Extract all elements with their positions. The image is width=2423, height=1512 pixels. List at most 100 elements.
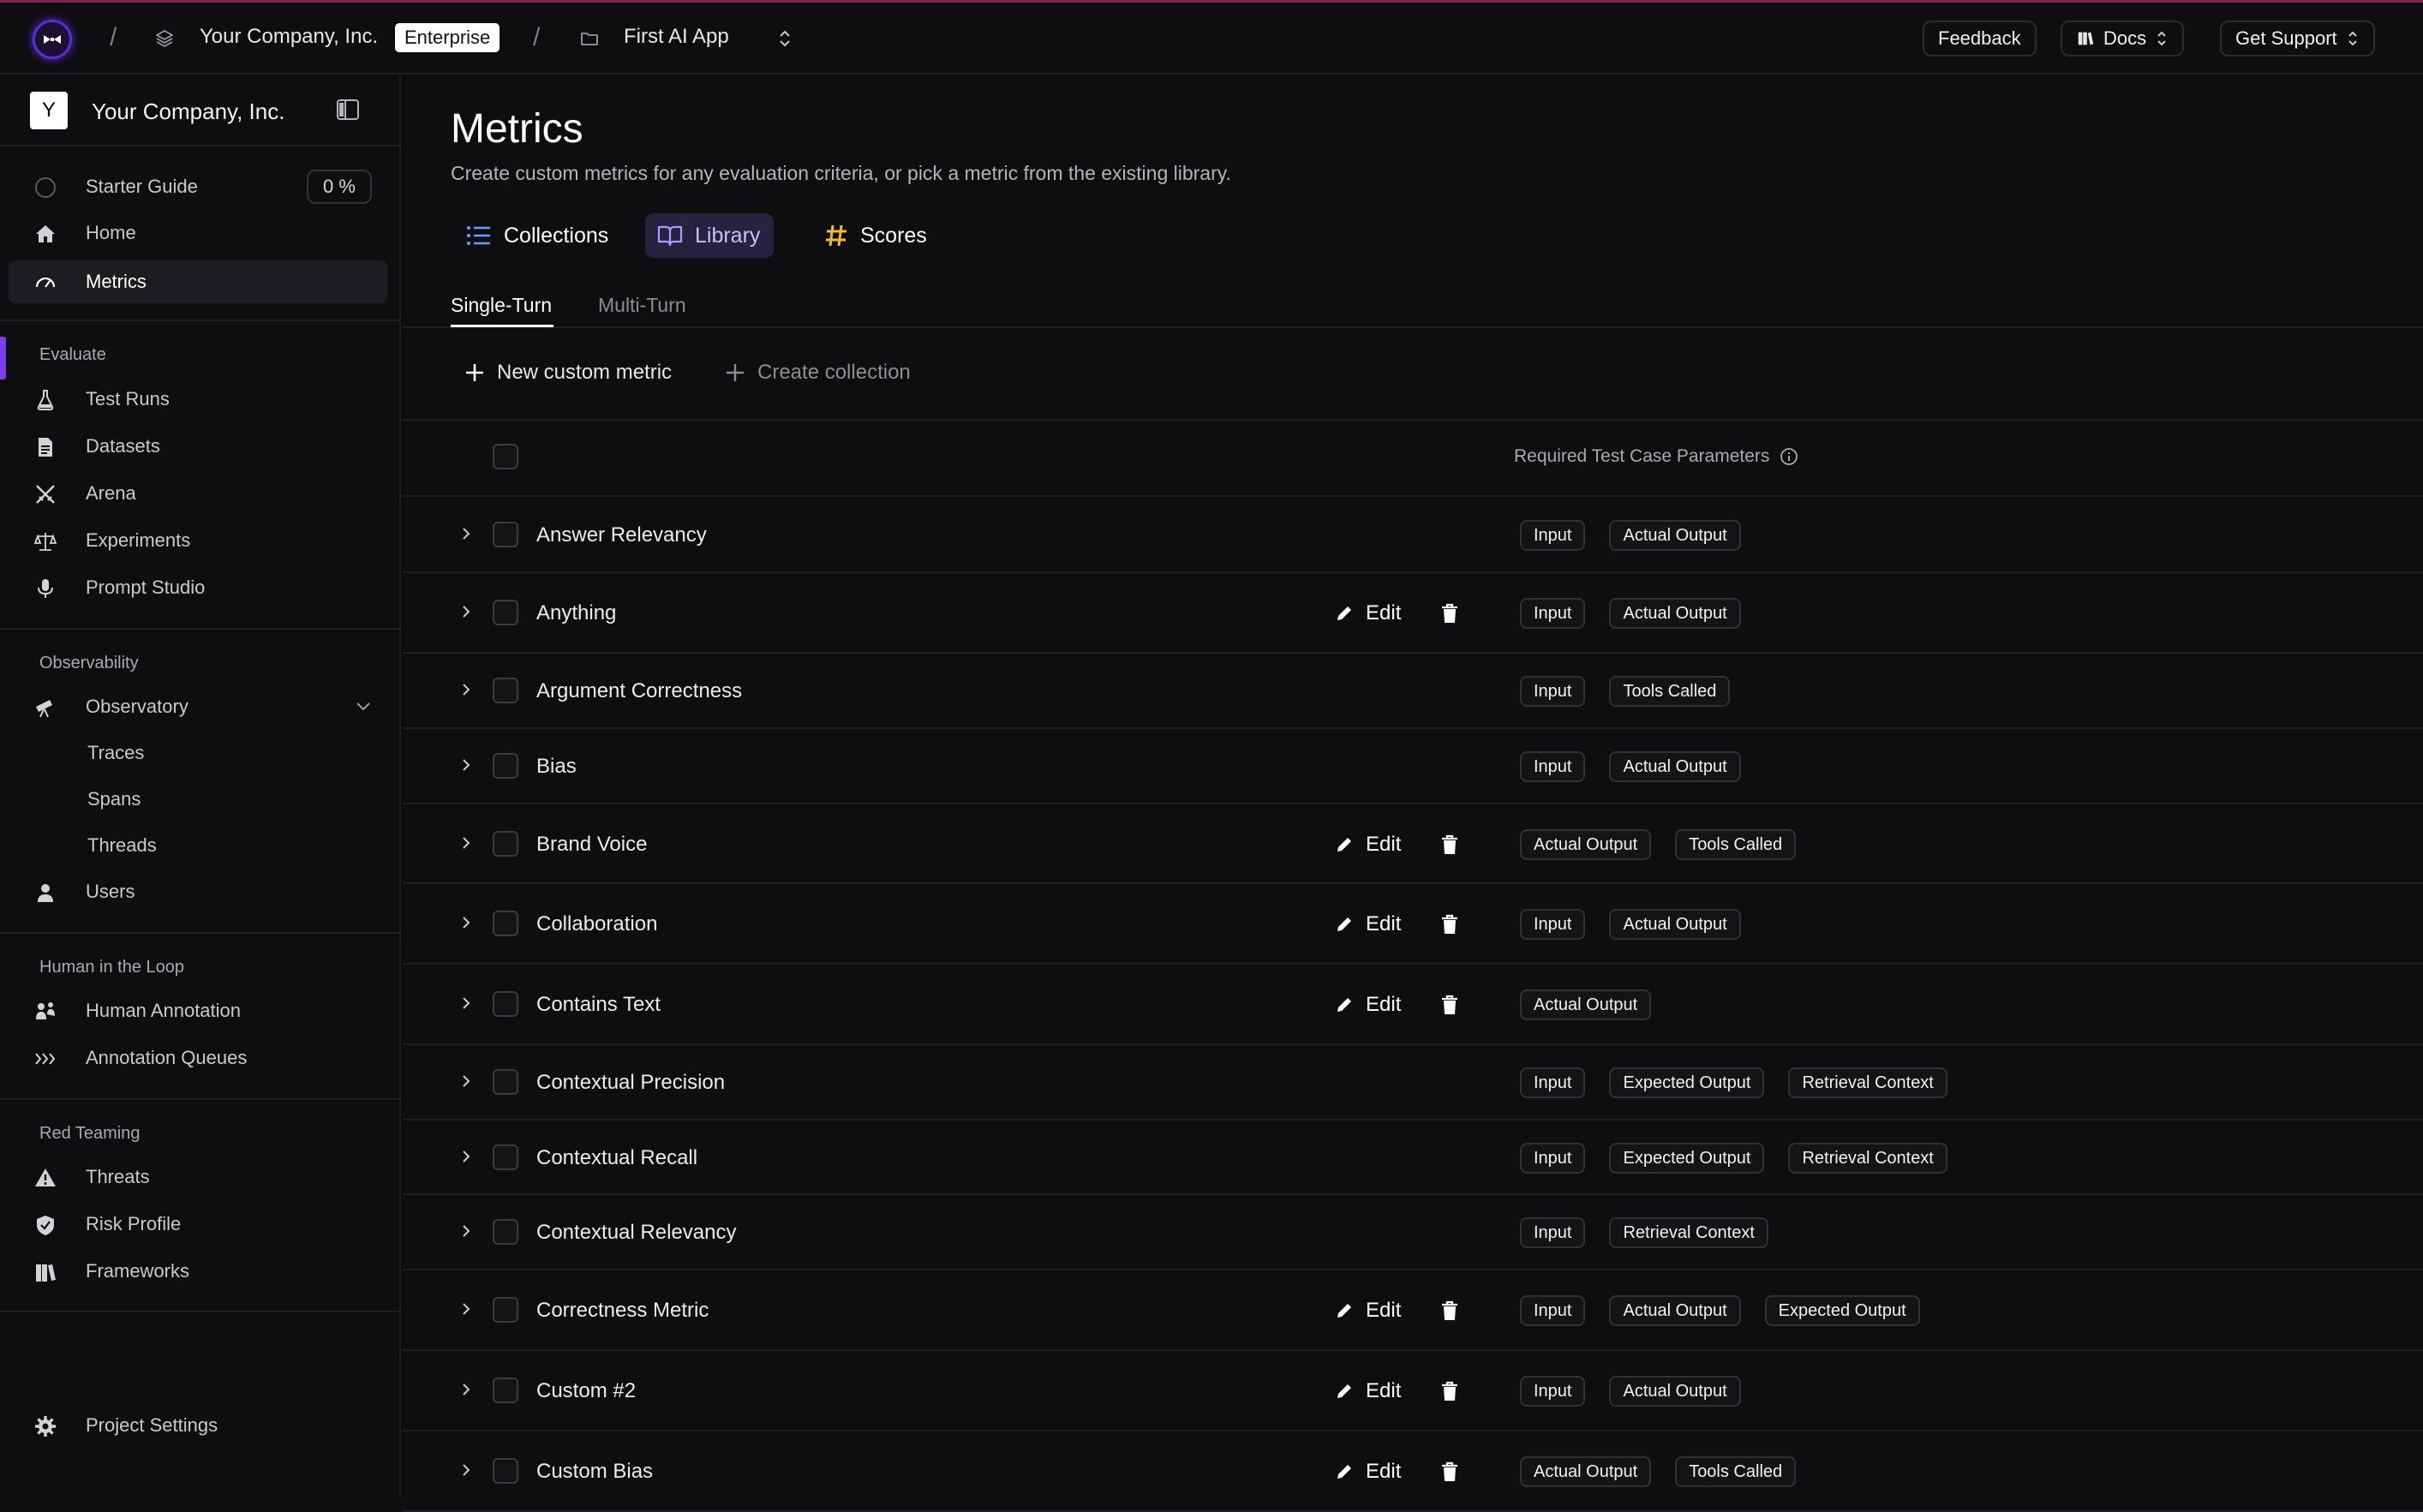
create-collection-button[interactable]: Create collection — [725, 361, 911, 385]
segment-library[interactable]: Library — [645, 213, 775, 258]
row-checkbox[interactable] — [493, 1297, 518, 1323]
row-checkbox[interactable] — [493, 991, 518, 1017]
trash-icon[interactable] — [1440, 995, 1459, 1015]
trash-icon[interactable] — [1440, 1381, 1459, 1401]
tab-multi-turn[interactable]: Multi-Turn — [598, 294, 686, 317]
chevron-right-icon[interactable] — [459, 1224, 473, 1238]
table-row[interactable]: Contextual Recall Input Expected Output Ret… — [403, 1121, 2423, 1195]
sidebar-item-human-annotation[interactable]: Human Annotation — [0, 989, 401, 1032]
segment-label: Collections — [504, 223, 609, 248]
docs-button[interactable]: Docs — [2061, 21, 2185, 57]
edit-button[interactable]: Edit — [1335, 601, 1401, 625]
select-all-checkbox[interactable] — [493, 444, 518, 469]
row-checkbox[interactable] — [493, 1069, 518, 1095]
metric-name: Correctness Metric — [536, 1299, 709, 1322]
table-row[interactable]: Custom #2 Edit Input Actual Output — [403, 1351, 2423, 1431]
row-checkbox[interactable] — [493, 1144, 518, 1170]
table-row[interactable]: Anything Edit Input Actual Output — [403, 573, 2423, 654]
edit-label: Edit — [1366, 1299, 1402, 1322]
info-icon[interactable] — [1780, 447, 1798, 466]
chevron-right-icon[interactable] — [459, 1150, 473, 1163]
sidebar-item-experiments[interactable]: Experiments — [0, 519, 401, 562]
sidebar-item-threats[interactable]: Threats — [0, 1156, 401, 1198]
row-checkbox[interactable] — [493, 1378, 518, 1403]
edit-button[interactable]: Edit — [1335, 1299, 1401, 1323]
new-custom-metric-button[interactable]: New custom metric — [464, 361, 672, 385]
sidebar-item-observatory[interactable]: Observatory — [0, 685, 401, 728]
sidebar-item-frameworks[interactable]: Frameworks — [0, 1250, 401, 1293]
sidebar-item-project-settings[interactable]: Project Settings — [0, 1404, 401, 1447]
trash-icon[interactable] — [1440, 1300, 1459, 1321]
chevron-right-icon[interactable] — [459, 527, 473, 541]
sidebar-toggle-icon[interactable] — [336, 99, 360, 121]
edit-button[interactable]: Edit — [1335, 993, 1401, 1017]
edit-button[interactable]: Edit — [1335, 833, 1401, 857]
create-collection-label: Create collection — [757, 361, 911, 384]
org-name[interactable]: Your Company, Inc. — [200, 25, 378, 49]
table-row[interactable]: Brand Voice Edit Actual Output Tools Called — [403, 804, 2423, 884]
table-row[interactable]: Contextual Relevancy Input Retrieval Conte… — [403, 1195, 2423, 1270]
table-row[interactable]: Correctness Metric Edit Input Actual Output… — [403, 1270, 2423, 1351]
sidebar-item-threads[interactable]: Threads — [0, 824, 401, 867]
table-row[interactable]: Answer Relevancy Input Actual Output — [403, 498, 2423, 573]
plan-badge: Enterprise — [395, 23, 500, 52]
trash-icon[interactable] — [1440, 834, 1459, 855]
row-checkbox[interactable] — [493, 753, 518, 779]
row-checkbox[interactable] — [493, 831, 518, 857]
workspace-name[interactable]: Your Company, Inc. — [92, 99, 284, 125]
table-row[interactable]: Contextual Precision Input Expected Output… — [403, 1045, 2423, 1121]
sidebar-item-prompt-studio[interactable]: Prompt Studio — [0, 566, 401, 609]
trash-icon[interactable] — [1440, 1461, 1459, 1482]
tab-single-turn[interactable]: Single-Turn — [451, 294, 552, 317]
chevron-right-icon[interactable] — [459, 1383, 473, 1396]
feedback-button[interactable]: Feedback — [1923, 21, 2037, 57]
telescope-icon — [36, 700, 52, 718]
row-checkbox[interactable] — [493, 911, 518, 936]
row-checkbox[interactable] — [493, 1219, 518, 1245]
chevron-right-icon[interactable] — [459, 916, 473, 929]
segment-collections[interactable]: Collections — [454, 213, 622, 258]
column-header-params: Required Test Case Parameters — [1514, 446, 1798, 467]
param-chip: Input — [1520, 751, 1586, 782]
segment-scores[interactable]: Scores — [812, 213, 941, 258]
chevron-right-icon[interactable] — [459, 683, 473, 696]
sidebar-item-arena[interactable]: Arena — [0, 472, 401, 515]
chevron-right-icon[interactable] — [459, 1463, 473, 1477]
row-checkbox[interactable] — [493, 522, 518, 547]
row-checkbox[interactable] — [493, 600, 518, 625]
sidebar-item-annotation-queues[interactable]: Annotation Queues — [0, 1037, 401, 1079]
chevron-right-icon[interactable] — [459, 836, 473, 850]
edit-button[interactable]: Edit — [1335, 1379, 1401, 1403]
app-logo-icon[interactable] — [33, 20, 72, 59]
chevron-right-icon[interactable] — [459, 605, 473, 619]
sidebar-item-spans[interactable]: Spans — [0, 778, 401, 821]
trash-icon[interactable] — [1440, 603, 1459, 624]
table-row[interactable]: Contains Text Edit Actual Output — [403, 965, 2423, 1045]
table-row[interactable]: Custom Bias Edit Actual Output Tools Called — [403, 1431, 2423, 1512]
sidebar-item-test-runs[interactable]: Test Runs — [0, 378, 401, 421]
chevron-right-icon[interactable] — [459, 996, 473, 1010]
required-params: Input Actual Output — [1520, 751, 1741, 782]
chevron-right-icon[interactable] — [459, 1074, 473, 1088]
table-row[interactable]: Argument Correctness Input Tools Called — [403, 654, 2423, 729]
chevron-right-icon[interactable] — [459, 758, 473, 772]
sidebar-item-home[interactable]: Home — [0, 212, 401, 254]
table-row[interactable]: Bias Input Actual Output — [403, 729, 2423, 804]
chevron-right-icon[interactable] — [459, 1302, 473, 1316]
project-name[interactable]: First AI App — [624, 25, 729, 49]
workspace-avatar[interactable]: Y — [30, 92, 68, 129]
table-row[interactable]: Collaboration Edit Input Actual Output — [403, 884, 2423, 965]
get-support-button[interactable]: Get Support — [2220, 21, 2375, 57]
sidebar-item-metrics[interactable]: Metrics — [9, 260, 387, 303]
row-checkbox[interactable] — [493, 678, 518, 703]
chevron-up-down-icon[interactable] — [775, 28, 795, 49]
trash-icon[interactable] — [1440, 914, 1459, 935]
chevron-down-icon[interactable] — [355, 700, 372, 712]
edit-button[interactable]: Edit — [1335, 1460, 1401, 1484]
sidebar-item-users[interactable]: Users — [0, 870, 401, 913]
sidebar-item-risk-profile[interactable]: Risk Profile — [0, 1203, 401, 1246]
row-checkbox[interactable] — [493, 1458, 518, 1484]
edit-button[interactable]: Edit — [1335, 912, 1401, 936]
sidebar-item-datasets[interactable]: Datasets — [0, 425, 401, 468]
sidebar-item-traces[interactable]: Traces — [0, 732, 401, 774]
